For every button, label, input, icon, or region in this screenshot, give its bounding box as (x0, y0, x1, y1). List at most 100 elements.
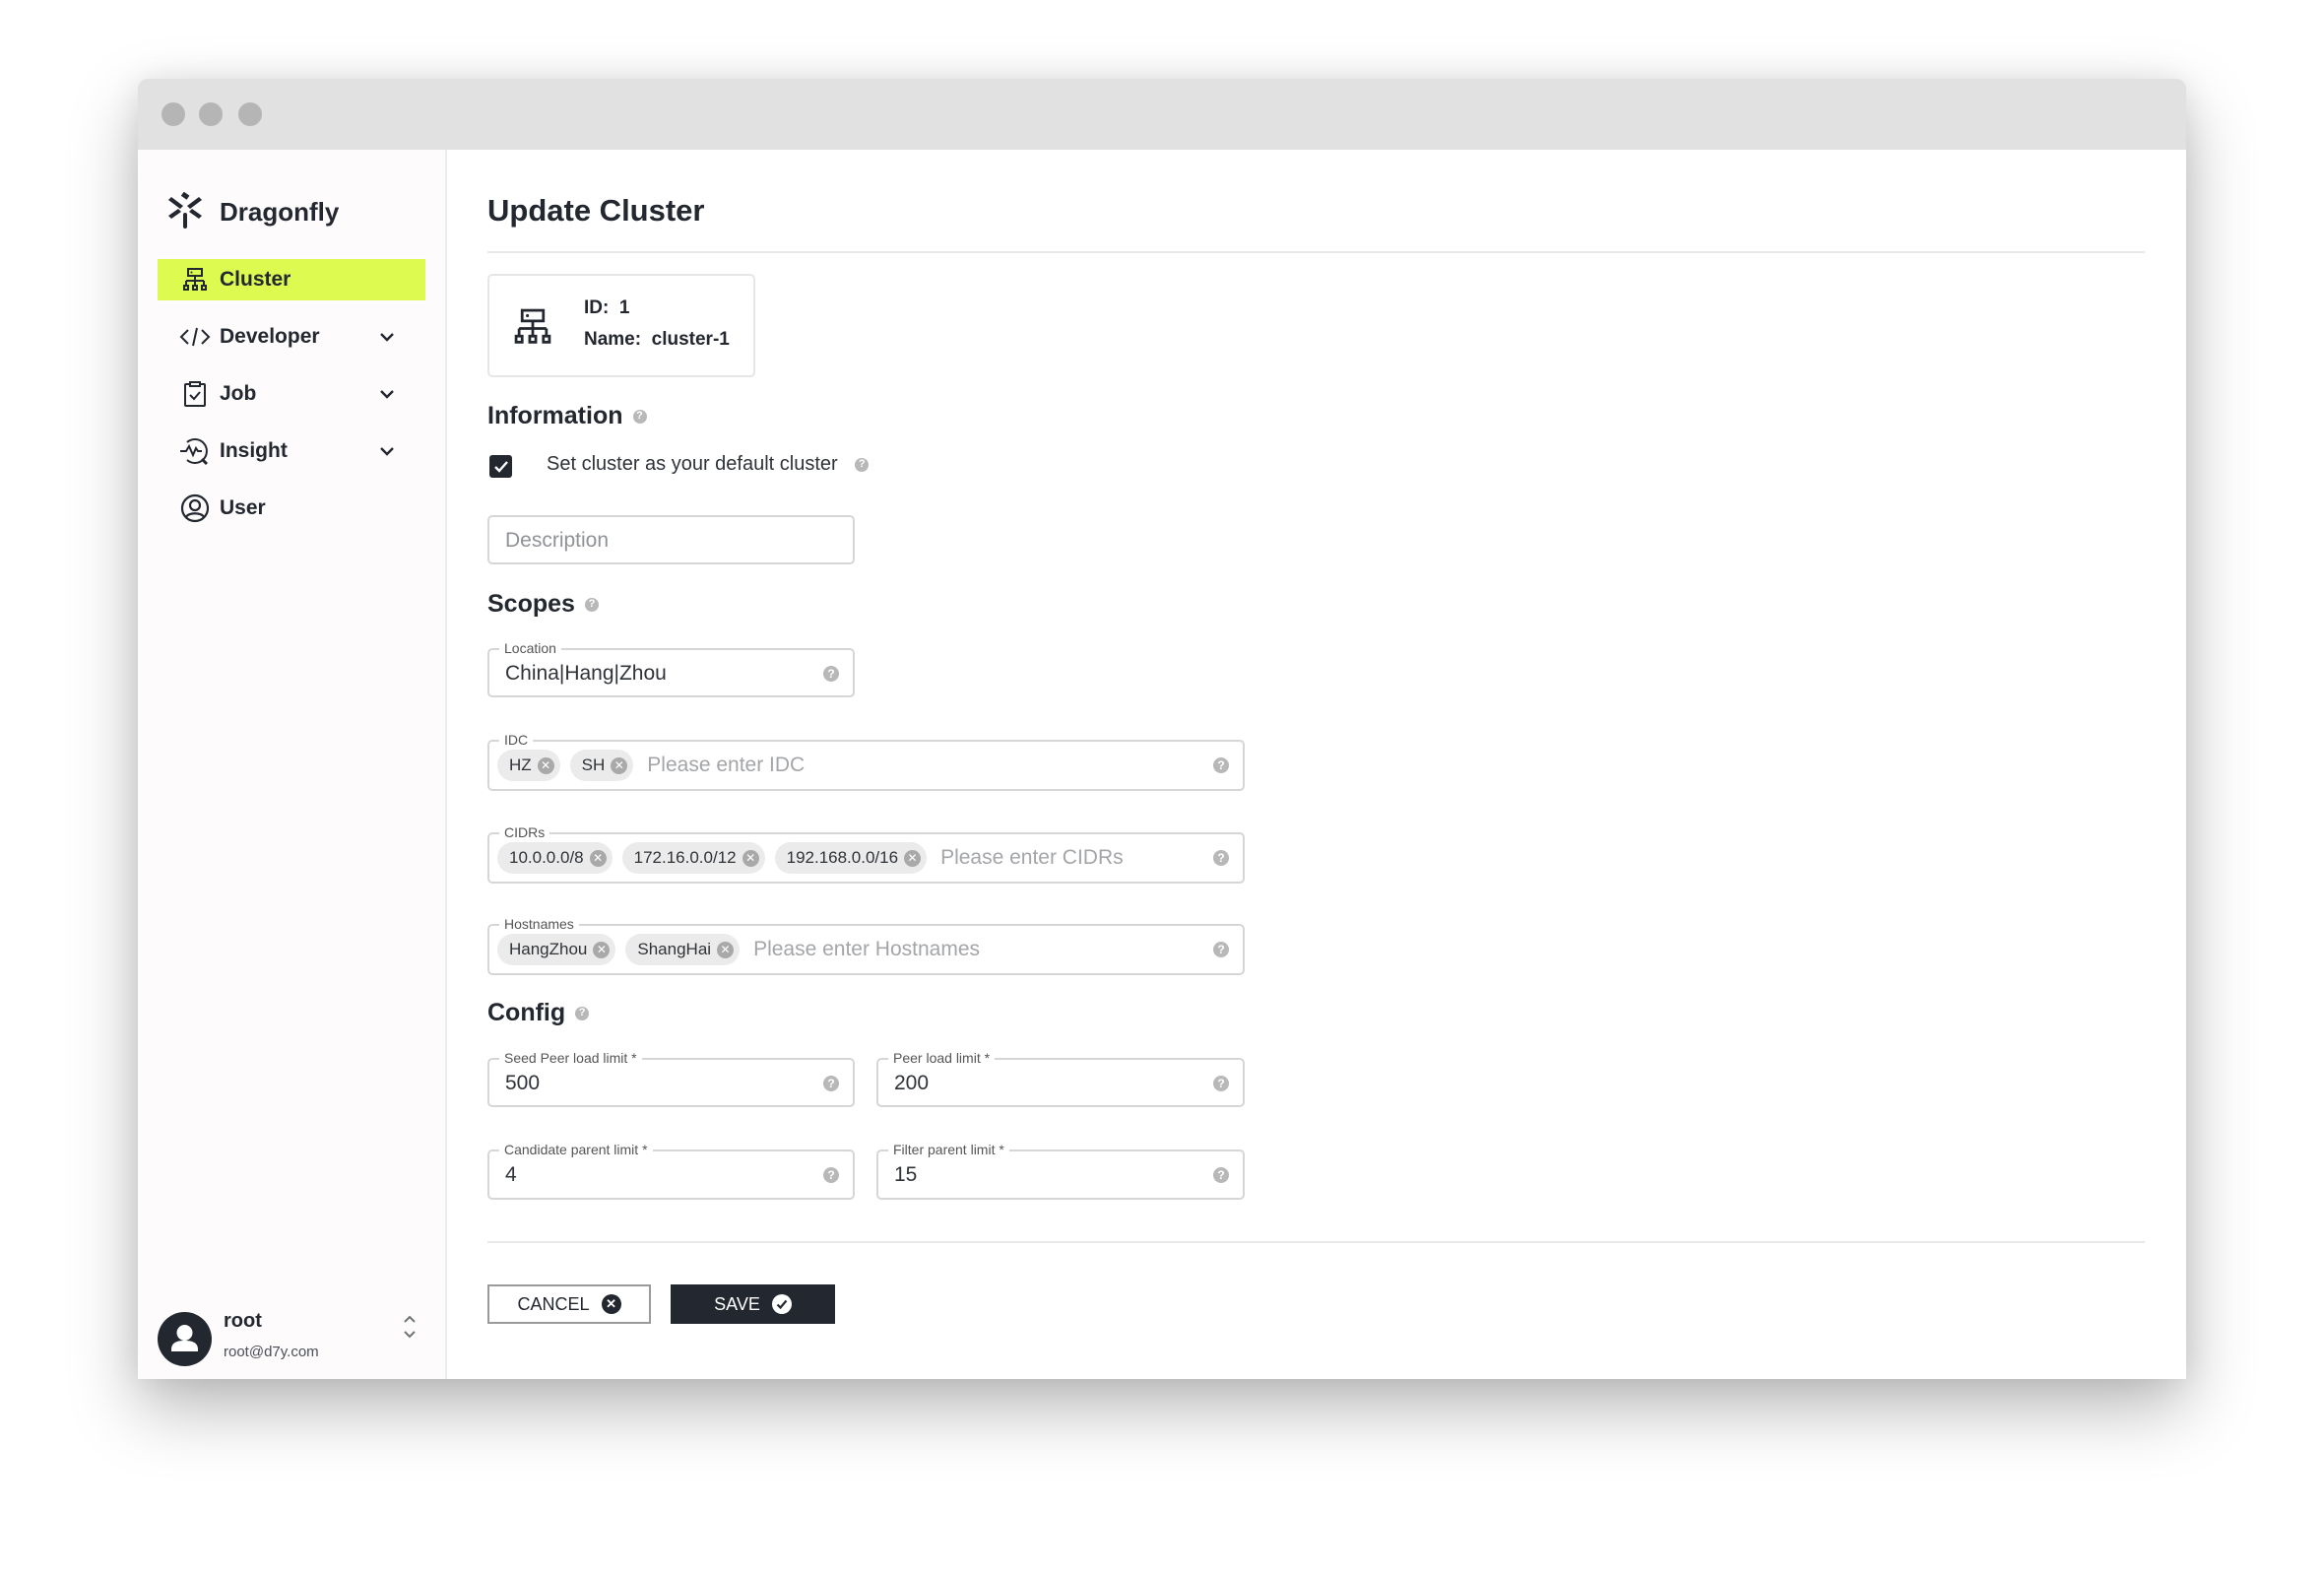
description-input[interactable]: Description (487, 515, 855, 564)
chip: 10.0.0.0/8 ✕ (497, 842, 613, 874)
default-cluster-checkbox[interactable] (489, 455, 512, 478)
person-icon (171, 1325, 198, 1351)
cidrs-label: CIDRs (499, 823, 550, 841)
section-title: Config (487, 999, 566, 1026)
location-label: Location (499, 639, 561, 657)
chip: HZ ✕ (497, 750, 560, 781)
chip: HangZhou ✕ (497, 934, 616, 965)
clipboard-check-icon (179, 379, 211, 409)
remove-chip-icon[interactable]: ✕ (717, 941, 735, 958)
help-icon[interactable]: ? (1213, 757, 1229, 773)
cidrs-input[interactable]: CIDRs 10.0.0.0/8 ✕ 172.16.0.0/12 ✕ 192.168… (487, 823, 1245, 884)
window-minimize-button[interactable] (199, 102, 223, 126)
help-icon[interactable]: ? (855, 457, 870, 472)
help-icon[interactable]: ? (1213, 1167, 1229, 1183)
hostnames-chips: HangZhou ✕ ShangHai ✕ Please enter Hostnam… (497, 934, 980, 965)
brand-name: Dragonfly (220, 197, 340, 227)
chip-label: ShangHai (637, 940, 712, 958)
help-icon[interactable]: ? (1213, 1076, 1229, 1091)
information-heading: Information ? (487, 402, 647, 430)
sidebar: Dragonfly Cluster Developer Job Insight … (138, 150, 447, 1379)
cancel-button[interactable]: CANCEL ✕ (487, 1284, 651, 1324)
help-icon[interactable]: ? (823, 666, 839, 682)
peer-load-limit-input[interactable]: Peer load limit * 200 ? (876, 1049, 1245, 1107)
idc-input[interactable]: IDC HZ ✕ SH ✕ Please enter IDC ? (487, 731, 1245, 791)
sidebar-item-developer[interactable]: Developer (158, 316, 425, 358)
chip: 172.16.0.0/12 ✕ (621, 842, 765, 874)
sidebar-item-label: Cluster (220, 268, 291, 291)
chip: 192.168.0.0/16 ✕ (774, 842, 928, 874)
user-email: root@d7y.com (224, 1344, 319, 1360)
chip-label: HZ (509, 755, 532, 774)
help-icon[interactable]: ? (632, 409, 647, 424)
id-value: 1 (618, 297, 630, 318)
idc-chips: HZ ✕ SH ✕ Please enter IDC (497, 750, 805, 781)
chevron-down-icon[interactable] (376, 440, 398, 462)
cluster-icon (179, 265, 211, 295)
dragonfly-logo-icon (167, 191, 203, 230)
app-window: Dragonfly Cluster Developer Job Insight … (138, 79, 2186, 1379)
field-label: Candidate parent limit * (499, 1141, 653, 1158)
chip: SH ✕ (569, 750, 634, 781)
cluster-icon (513, 307, 552, 352)
field-value: 15 (894, 1163, 918, 1186)
id-label: ID: (584, 297, 610, 318)
field-label: Seed Peer load limit * (499, 1049, 642, 1067)
cidrs-chips: 10.0.0.0/8 ✕ 172.16.0.0/12 ✕ 192.168.0.0/1… (497, 842, 1124, 874)
chip-label: SH (581, 755, 606, 774)
code-icon (179, 322, 211, 352)
chevron-down-icon[interactable] (376, 326, 398, 348)
help-icon[interactable]: ? (823, 1076, 839, 1091)
remove-chip-icon[interactable]: ✕ (904, 849, 922, 867)
sidebar-item-insight[interactable]: Insight (158, 430, 425, 472)
cancel-label: CANCEL (517, 1293, 590, 1314)
user-name: root (224, 1310, 262, 1332)
field-value: 200 (894, 1072, 930, 1094)
remove-chip-icon[interactable]: ✕ (537, 756, 554, 774)
field-label: Filter parent limit * (888, 1141, 1009, 1158)
remove-chip-icon[interactable]: ✕ (593, 941, 611, 958)
help-icon[interactable]: ? (1213, 850, 1229, 866)
sidebar-item-cluster[interactable]: Cluster (158, 259, 425, 300)
idc-label: IDC (499, 731, 534, 749)
title-divider (487, 251, 2145, 253)
cluster-info-card: ID: 1 Name: cluster-1 (487, 274, 755, 377)
seed-peer-load-limit-input[interactable]: Seed Peer load limit * 500 ? (487, 1049, 855, 1107)
name-label: Name: (584, 329, 642, 350)
help-icon[interactable]: ? (575, 1006, 590, 1020)
hostnames-placeholder: Please enter Hostnames (753, 938, 981, 960)
sidebar-item-label: Insight (220, 439, 288, 462)
field-label: Peer load limit * (888, 1049, 996, 1067)
avatar[interactable] (158, 1312, 212, 1366)
hostnames-label: Hostnames (499, 915, 579, 933)
candidate-parent-limit-input[interactable]: Candidate parent limit * 4 ? (487, 1141, 855, 1200)
cidrs-placeholder: Please enter CIDRs (940, 846, 1124, 869)
cluster-id: ID: 1 (584, 297, 629, 319)
close-circle-icon: ✕ (601, 1294, 621, 1314)
help-icon[interactable]: ? (584, 597, 599, 612)
section-title: Scopes (487, 590, 575, 618)
window-maximize-button[interactable] (238, 102, 262, 126)
help-icon[interactable]: ? (823, 1167, 839, 1183)
remove-chip-icon[interactable]: ✕ (611, 756, 628, 774)
window-close-button[interactable] (161, 102, 185, 126)
save-button[interactable]: SAVE (671, 1284, 835, 1324)
chevron-down-icon[interactable] (376, 383, 398, 405)
location-input[interactable]: Location China|Hang|Zhou ? (487, 639, 855, 697)
hostnames-input[interactable]: Hostnames HangZhou ✕ ShangHai ✕ Please ent… (487, 915, 1245, 975)
sidebar-item-job[interactable]: Job (158, 373, 425, 415)
remove-chip-icon[interactable]: ✕ (589, 849, 607, 867)
scopes-heading: Scopes ? (487, 590, 599, 619)
description-placeholder: Description (505, 529, 610, 552)
filter-parent-limit-input[interactable]: Filter parent limit * 15 ? (876, 1141, 1245, 1200)
location-value: China|Hang|Zhou (505, 662, 667, 685)
cluster-name: Name: cluster-1 (584, 329, 730, 351)
user-circle-icon (179, 493, 211, 523)
chip-label: HangZhou (509, 940, 588, 958)
help-icon[interactable]: ? (1213, 942, 1229, 957)
field-value: 500 (505, 1072, 541, 1094)
remove-chip-icon[interactable]: ✕ (742, 849, 759, 867)
unfold-icon[interactable] (400, 1312, 420, 1342)
sidebar-item-user[interactable]: User (158, 488, 425, 529)
idc-placeholder: Please enter IDC (647, 754, 806, 776)
